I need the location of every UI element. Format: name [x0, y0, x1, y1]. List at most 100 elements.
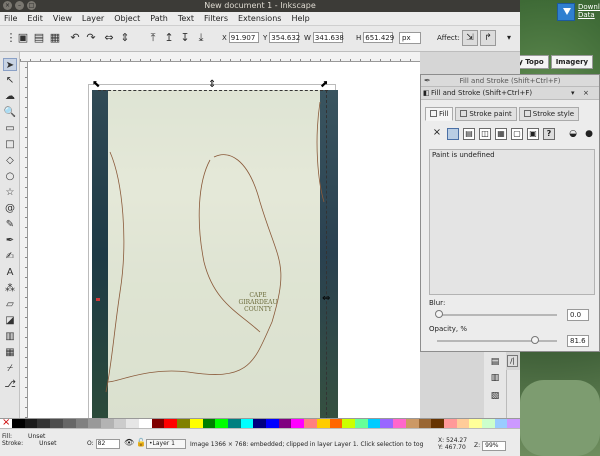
- dialog-menu-icon[interactable]: ▾: [571, 87, 575, 100]
- x-input[interactable]: 91.907: [228, 32, 259, 43]
- connector-tool-icon[interactable]: ⎇: [3, 378, 17, 391]
- deselect-icon[interactable]: ▦: [48, 31, 62, 45]
- window-title: New document 1 - Inkscape: [204, 1, 316, 10]
- mesh-gradient-icon[interactable]: ▦: [495, 128, 507, 140]
- y-field: Y 354.632: [263, 32, 300, 45]
- minimize-window-button[interactable]: –: [15, 1, 24, 10]
- download-link[interactable]: Download Data: [578, 3, 600, 19]
- zoom-input[interactable]: 99%: [482, 441, 507, 451]
- menu-extensions[interactable]: Extensions: [238, 14, 281, 23]
- menu-view[interactable]: View: [53, 14, 72, 23]
- blur-slider-knob[interactable]: [435, 310, 443, 318]
- spray-tool-icon[interactable]: ⁂: [3, 282, 17, 295]
- menu-text[interactable]: Text: [178, 14, 194, 23]
- tab-stroke-paint[interactable]: Stroke paint: [455, 107, 517, 121]
- dialog-title-bar[interactable]: ✒ Fill and Stroke (Shift+Ctrl+F): [421, 75, 599, 87]
- star-tool-icon[interactable]: ☆: [3, 186, 17, 199]
- dropper-tool-icon[interactable]: ⌿: [3, 362, 17, 375]
- menu-help[interactable]: Help: [291, 14, 309, 23]
- flip-horizontal-icon[interactable]: ⇔: [102, 31, 116, 45]
- mesh-tool-icon[interactable]: ▦: [3, 346, 17, 359]
- gradient-tool-icon[interactable]: ▥: [3, 330, 17, 343]
- menu-file[interactable]: File: [4, 14, 17, 23]
- menu-object[interactable]: Object: [114, 14, 140, 23]
- opacity-slider[interactable]: [437, 336, 557, 344]
- node-tool-icon[interactable]: ↖: [3, 74, 17, 87]
- linear-gradient-icon[interactable]: ▤: [463, 128, 475, 140]
- tweak-tool-icon[interactable]: ☁: [3, 90, 17, 103]
- radial-gradient-icon[interactable]: ◫: [479, 128, 491, 140]
- layer-visibility-icon[interactable]: 👁: [124, 438, 134, 447]
- select-all-icon-2[interactable]: ▣: [16, 31, 30, 45]
- swatch-icon[interactable]: ▣: [527, 128, 539, 140]
- bucket-tool-icon[interactable]: ◪: [3, 314, 17, 327]
- fill-stroke-indicator[interactable]: Fill: Unset Stroke: Unset: [2, 433, 57, 447]
- scale-handle-e-icon[interactable]: ⇔: [322, 294, 330, 304]
- download-icon[interactable]: [557, 3, 575, 21]
- layer-selector[interactable]: •Layer 1: [146, 439, 186, 449]
- unit-select[interactable]: px: [399, 32, 421, 44]
- flip-vertical-icon[interactable]: ⇕: [118, 31, 132, 45]
- toolbar-overflow-icon[interactable]: ▾: [507, 33, 511, 42]
- scale-handle-n-icon[interactable]: ⇕: [208, 80, 216, 90]
- opacity-slider-knob[interactable]: [530, 336, 539, 344]
- layer-lock-icon[interactable]: 🔓: [136, 438, 146, 447]
- undo-history-icon[interactable]: ▧: [489, 390, 501, 402]
- spiral-tool-icon[interactable]: @: [3, 202, 17, 215]
- fill-rule-nonzero-icon[interactable]: ●: [583, 128, 595, 140]
- ellipse-tool-icon[interactable]: ○: [3, 170, 17, 183]
- rotate-cw-icon[interactable]: ↷: [84, 31, 98, 45]
- rotate-ccw-icon[interactable]: ↶: [68, 31, 82, 45]
- clipboard-icon[interactable]: ▤: [489, 356, 501, 368]
- tab-imagery[interactable]: Imagery: [550, 55, 594, 69]
- menu-path[interactable]: Path: [150, 14, 168, 23]
- pattern-icon[interactable]: ▢: [511, 128, 523, 140]
- flat-color-icon[interactable]: [447, 128, 459, 140]
- snap-toggle-icon[interactable]: /|: [507, 355, 518, 367]
- y-input[interactable]: 354.632: [269, 32, 300, 43]
- status-opacity-input[interactable]: 82: [95, 439, 120, 449]
- dialog-close-icon[interactable]: ×: [583, 87, 589, 100]
- scale-handle-ne-icon[interactable]: ⬈: [320, 80, 328, 90]
- fill-indicator-value: Unset: [28, 433, 46, 440]
- tab-stroke-style[interactable]: Stroke style: [518, 107, 580, 121]
- zoom-tool-icon[interactable]: 🔍: [3, 106, 17, 119]
- select-all-layers-icon[interactable]: ▤: [32, 31, 46, 45]
- calligraphy-tool-icon[interactable]: ✍: [3, 250, 17, 263]
- dialog-dock-tab[interactable]: ◧ Fill and Stroke (Shift+Ctrl+F) ▾ ×: [421, 87, 599, 100]
- affect-corners-button[interactable]: ↱: [480, 30, 496, 46]
- maximize-window-button[interactable]: □: [27, 1, 36, 10]
- h-input[interactable]: 651.429: [363, 32, 394, 43]
- opacity-spinbox[interactable]: 81.6: [567, 335, 589, 347]
- raise-icon[interactable]: ↥: [162, 31, 176, 45]
- selector-tool-icon[interactable]: ➤: [3, 58, 17, 71]
- w-input[interactable]: 341.638: [312, 32, 344, 43]
- scale-handle-nw-icon[interactable]: ⬉: [92, 80, 100, 90]
- no-paint-icon[interactable]: ×: [431, 128, 443, 140]
- unset-paint-icon[interactable]: ?: [543, 128, 555, 140]
- blur-spinbox[interactable]: 0.0: [567, 309, 589, 321]
- lower-to-bottom-icon[interactable]: ⤓: [194, 31, 208, 45]
- menu-layer[interactable]: Layer: [82, 14, 104, 23]
- menu-edit[interactable]: Edit: [27, 14, 43, 23]
- vertical-ruler[interactable]: [20, 62, 28, 418]
- text-tool-icon[interactable]: A: [3, 266, 17, 279]
- raise-to-top-icon[interactable]: ⤒: [146, 31, 160, 45]
- blur-slider[interactable]: [435, 310, 557, 318]
- paste-icon[interactable]: ▥: [489, 372, 501, 384]
- vertical-scrollbar[interactable]: [506, 370, 520, 418]
- pencil-tool-icon[interactable]: ✎: [3, 218, 17, 231]
- fill-rule-evenodd-icon[interactable]: ◒: [567, 128, 579, 140]
- affect-stroke-button[interactable]: ⇲: [462, 30, 478, 46]
- rect-tool-icon[interactable]: □: [3, 138, 17, 151]
- measure-tool-icon[interactable]: ▭: [3, 122, 17, 135]
- menu-filters[interactable]: Filters: [204, 14, 228, 23]
- close-window-button[interactable]: ×: [3, 1, 12, 10]
- drawing-canvas[interactable]: CAPE GIRARDEAU COUNTY ⬉ ⇕ ⬈ ⇔: [28, 62, 420, 418]
- tab-fill[interactable]: Fill: [425, 107, 454, 121]
- pen-tool-icon[interactable]: ✒: [3, 234, 17, 247]
- horizontal-ruler[interactable]: [20, 52, 420, 62]
- lower-icon[interactable]: ↧: [178, 31, 192, 45]
- eraser-tool-icon[interactable]: ▱: [3, 298, 17, 311]
- 3dbox-tool-icon[interactable]: ◇: [3, 154, 17, 167]
